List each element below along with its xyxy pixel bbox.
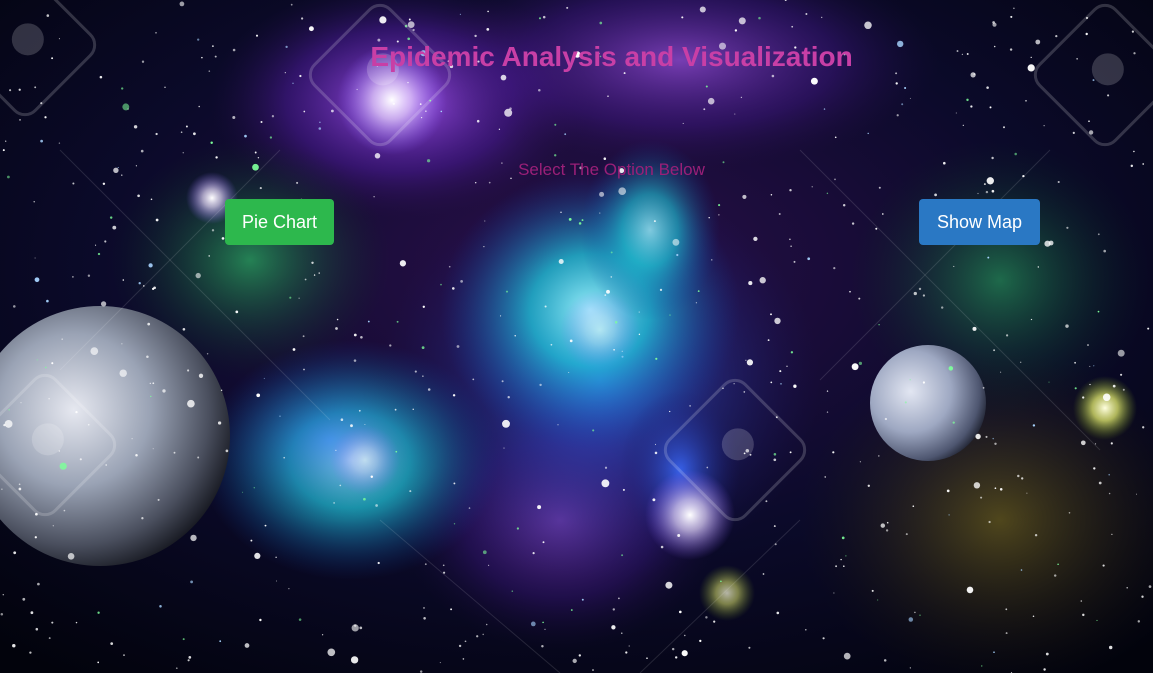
page-title: Epidemic Analysis and Visualization — [370, 41, 853, 72]
space-background-image — [0, 0, 1153, 673]
pie-chart-button[interactable]: Pie Chart — [225, 199, 334, 245]
page-subtitle: Select The Option Below — [518, 160, 705, 179]
show-map-button[interactable]: Show Map — [919, 199, 1040, 245]
